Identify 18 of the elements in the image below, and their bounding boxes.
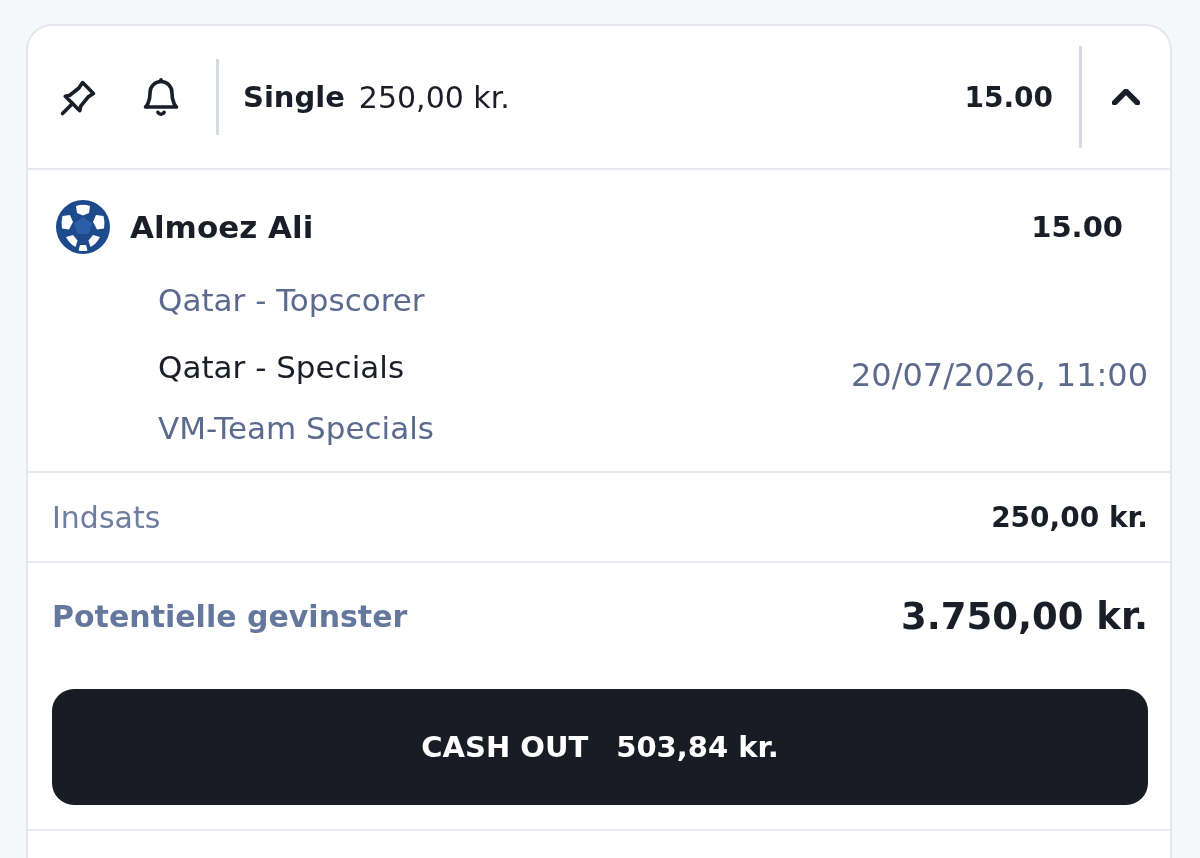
competition-name: VM-Team Specials (158, 409, 435, 448)
total-odds: 15.00 (964, 80, 1053, 114)
potential-winnings-label: Potentielle gevinster (52, 598, 408, 634)
stake-value: 250,00 kr. (991, 500, 1148, 534)
stake-label: Indsats (52, 499, 161, 535)
selection-odds: 15.00 (1031, 210, 1123, 244)
bell-icon[interactable] (142, 77, 180, 117)
pin-icon[interactable] (58, 78, 98, 118)
selection-name: Almoez Ali (130, 209, 314, 245)
stake-amount: 250,00 kr. (358, 79, 510, 115)
soccer-ball-icon (56, 200, 110, 254)
potential-winnings-value: 3.750,00 kr. (900, 594, 1148, 638)
market-name: Qatar - Topscorer (158, 281, 426, 320)
event-name: Qatar - Specials (158, 348, 405, 387)
cash-out-button[interactable]: CASH OUT 503,84 kr. (52, 689, 1148, 805)
bet-type-label: Single (243, 80, 345, 114)
event-date: 20/07/2026, 11:00 (851, 355, 1148, 396)
chevron-up-icon[interactable] (1112, 89, 1140, 105)
